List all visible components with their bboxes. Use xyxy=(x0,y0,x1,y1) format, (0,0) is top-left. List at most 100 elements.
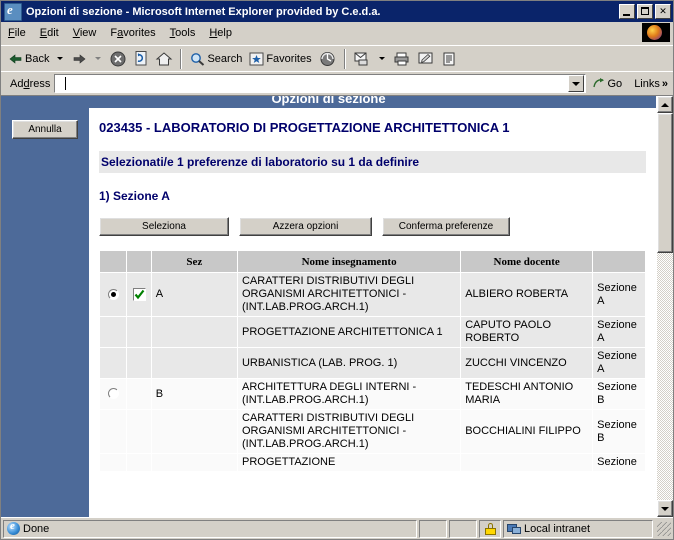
row-sezione: Sezione B xyxy=(592,409,646,454)
row-checkbox-cell xyxy=(126,378,152,410)
address-dropdown-button[interactable] xyxy=(567,75,584,92)
status-text: Done xyxy=(23,522,50,535)
lock-icon xyxy=(484,522,496,535)
table-body: A CARATTERI DISTRIBUTIVI DEGLI ORGANISMI … xyxy=(98,272,646,472)
address-input-wrap[interactable] xyxy=(54,74,586,93)
azzera-opzioni-button[interactable]: Azzera opzioni xyxy=(239,217,372,236)
back-button[interactable]: Back xyxy=(5,48,52,70)
status-message-pane: Done xyxy=(3,519,417,538)
home-button[interactable] xyxy=(152,48,176,70)
maximize-button[interactable] xyxy=(637,4,653,19)
row-checkbox-cell xyxy=(126,316,152,348)
row-insegnamento: CARATTERI DISTRIBUTIVI DEGLI ORGANISMI A… xyxy=(236,272,462,317)
col-docente: Nome docente xyxy=(460,250,594,273)
menu-bar: FFileile Edit View Favorites Tools Help xyxy=(1,22,673,45)
print-button[interactable] xyxy=(390,48,414,70)
row-sezione: Sezione B xyxy=(592,378,646,410)
row-insegnamento: CARATTERI DISTRIBUTIVI DEGLI ORGANISMI A… xyxy=(236,409,462,454)
row-sez xyxy=(150,409,238,454)
stop-icon xyxy=(109,50,127,68)
stop-button[interactable] xyxy=(106,48,130,70)
menu-item-edit[interactable]: Edit xyxy=(33,25,66,41)
page-banner: Opzioni di sezione xyxy=(1,96,656,108)
row-insegnamento: PROGETTAZIONE ARCHITETTONICA 1 xyxy=(236,316,462,348)
preference-checkbox[interactable] xyxy=(132,287,146,301)
discuss-button[interactable] xyxy=(438,48,460,70)
mail-button[interactable] xyxy=(350,48,374,70)
address-bar: Address Go Links » xyxy=(1,71,673,95)
row-sez: A xyxy=(150,272,238,317)
col-sez: Sez xyxy=(150,250,238,273)
ie-window-icon xyxy=(4,2,22,21)
go-button[interactable]: Go xyxy=(586,77,629,90)
address-label: Address xyxy=(10,77,51,90)
vertical-scrollbar[interactable] xyxy=(656,96,673,517)
scrollbar-thumb[interactable] xyxy=(657,113,673,253)
links-label: Links xyxy=(634,77,660,90)
menu-item-file[interactable]: FFileile xyxy=(1,25,33,41)
row-sezione: Sezione A xyxy=(592,347,646,379)
web-page: Opzioni di sezione Annulla 023435 - LABO… xyxy=(1,96,656,517)
printer-icon xyxy=(393,51,411,67)
table-row: URBANISTICA (LAB. PROG. 1) ZUCCHI VINCENZ… xyxy=(98,347,646,379)
scroll-down-button[interactable] xyxy=(657,500,673,517)
cancel-button[interactable]: Annulla xyxy=(12,120,78,139)
search-button[interactable]: Search xyxy=(186,48,245,70)
row-sez: B xyxy=(150,378,238,410)
col-sezione xyxy=(592,250,646,273)
mail-dropdown-icon[interactable] xyxy=(378,57,385,60)
minimize-button[interactable] xyxy=(619,4,635,19)
network-zone-icon xyxy=(507,523,521,535)
row-radio-cell xyxy=(98,409,128,454)
back-dropdown-icon[interactable] xyxy=(57,57,64,60)
row-docente: ZUCCHI VINCENZO xyxy=(460,347,594,379)
section-radio[interactable] xyxy=(107,288,119,300)
row-radio-cell[interactable] xyxy=(98,272,128,317)
address-input[interactable] xyxy=(55,75,567,92)
go-label: Go xyxy=(607,77,623,90)
row-insegnamento: ARCHITETTURA DEGLI INTERNI - (INT.LAB.PR… xyxy=(236,378,462,410)
close-button[interactable]: ✕ xyxy=(655,4,671,19)
conferma-preferenze-button[interactable]: Conferma preferenze xyxy=(382,217,510,236)
scrollbar-track[interactable] xyxy=(657,113,673,500)
col-radio xyxy=(98,250,128,273)
scroll-up-button[interactable] xyxy=(657,96,673,113)
security-pane xyxy=(479,519,501,538)
row-radio-cell[interactable] xyxy=(98,378,128,410)
ie-animated-logo xyxy=(642,23,670,42)
favorites-button[interactable]: Favorites xyxy=(245,48,314,70)
forward-dropdown-icon[interactable] xyxy=(95,57,102,60)
row-sezione: Sezione xyxy=(592,453,646,472)
page-body: Annulla 023435 - LABORATORIO DI PROGETTA… xyxy=(1,108,656,517)
row-checkbox-cell xyxy=(126,347,152,379)
history-button[interactable] xyxy=(315,48,340,70)
row-checkbox-cell xyxy=(126,453,152,472)
menu-item-tools[interactable]: Tools xyxy=(163,25,203,41)
links-button[interactable]: Links » xyxy=(628,78,670,90)
page-client-area: Opzioni di sezione Annulla 023435 - LABO… xyxy=(1,95,673,517)
col-insegnamento: Nome insegnamento xyxy=(236,250,462,273)
status-pane-3 xyxy=(449,519,477,538)
page-banner-title: Opzioni di sezione xyxy=(271,96,386,106)
section-subtitle: 1) Sezione A xyxy=(99,189,170,203)
row-docente: CAPUTO PAOLO ROBERTO xyxy=(460,316,594,348)
refresh-icon xyxy=(133,50,149,67)
sections-table: Sez Nome insegnamento Nome docente A CARA… xyxy=(98,250,646,472)
table-row: PROGETTAZIONE Sezione xyxy=(98,453,646,472)
row-checkbox-cell[interactable] xyxy=(126,272,152,317)
refresh-button[interactable] xyxy=(130,48,152,70)
menu-item-help[interactable]: Help xyxy=(202,25,239,41)
home-icon xyxy=(155,51,173,67)
page-title: 023435 - LABORATORIO DI PROGETTAZIONE AR… xyxy=(99,120,510,135)
edit-page-icon xyxy=(417,51,435,66)
favorites-star-icon xyxy=(248,51,265,67)
section-radio[interactable] xyxy=(107,388,119,400)
resize-grip[interactable] xyxy=(657,521,671,536)
menu-item-favorites[interactable]: Favorites xyxy=(103,25,162,41)
edit-button[interactable] xyxy=(414,48,438,70)
seleziona-button[interactable]: Seleziona xyxy=(99,217,229,236)
menu-item-view[interactable]: View xyxy=(66,25,104,41)
forward-button[interactable] xyxy=(68,48,90,70)
action-button-row: Seleziona Azzera opzioni Conferma prefer… xyxy=(99,217,646,236)
chevron-right-icon: » xyxy=(661,77,668,90)
